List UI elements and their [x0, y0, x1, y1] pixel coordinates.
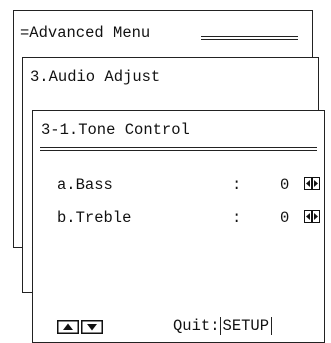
treble-label[interactable]: b.Treble — [57, 210, 131, 227]
tone-control-title: 3-1.Tone Control — [41, 121, 190, 139]
quit-label: Quit: — [173, 317, 220, 335]
treble-separator: : — [232, 209, 242, 227]
quit-hint: Quit: SETUP — [173, 317, 273, 335]
bass-separator: : — [232, 176, 242, 194]
setup-key[interactable]: SETUP — [219, 317, 273, 335]
bass-value[interactable]: 0 — [280, 177, 289, 194]
up-down-arrows-icon — [57, 320, 103, 334]
treble-value[interactable]: 0 — [280, 210, 289, 227]
title-double-rule — [201, 36, 298, 40]
left-right-arrows-icon[interactable] — [304, 177, 320, 190]
bass-label[interactable]: a.Bass — [57, 177, 113, 194]
title-double-rule — [40, 147, 317, 151]
advanced-menu-title: =Advanced Menu — [20, 24, 151, 42]
left-right-arrows-icon[interactable] — [304, 210, 320, 223]
audio-adjust-title: 3.Audio Adjust — [30, 68, 161, 86]
